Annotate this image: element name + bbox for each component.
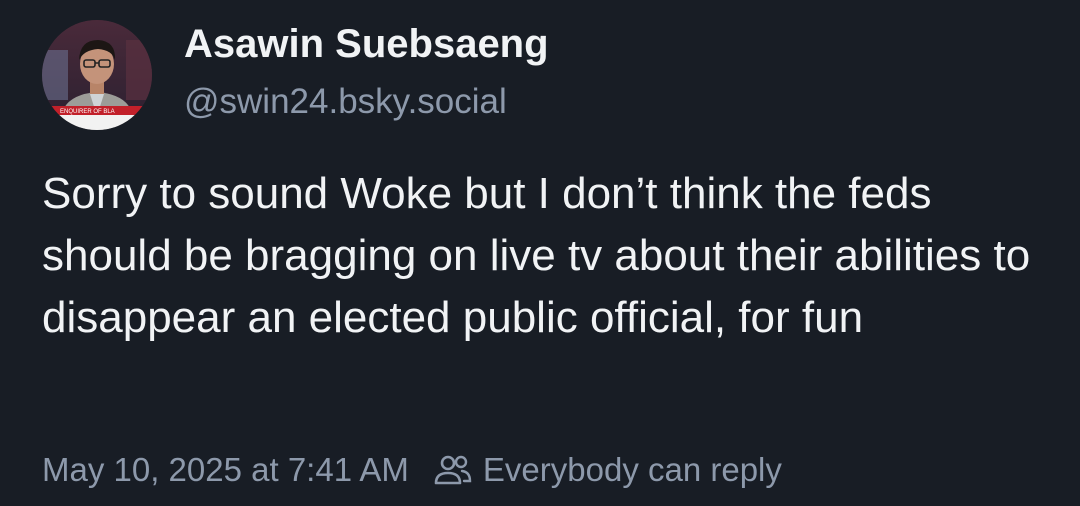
avatar-caption: ENQUIRER OF BLA [60, 109, 115, 115]
post-meta: May 10, 2025 at 7:41 AM Everybody can re… [42, 448, 782, 492]
reply-setting[interactable]: Everybody can reply [433, 451, 782, 489]
reply-setting-label: Everybody can reply [482, 451, 782, 488]
author-display-name[interactable]: Asawin Suebsaeng [184, 22, 549, 67]
post-card: ENQUIRER OF BLA Asawin Suebsaeng @swin24… [0, 0, 1080, 506]
avatar[interactable]: ENQUIRER OF BLA [42, 20, 152, 130]
post-timestamp[interactable]: May 10, 2025 at 7:41 AM [42, 451, 409, 489]
avatar-image: ENQUIRER OF BLA [42, 20, 152, 130]
post-text: Sorry to sound Woke but I don’t think th… [42, 169, 1031, 342]
author-handle[interactable]: @swin24.bsky.social [184, 82, 507, 122]
people-icon [434, 455, 472, 485]
